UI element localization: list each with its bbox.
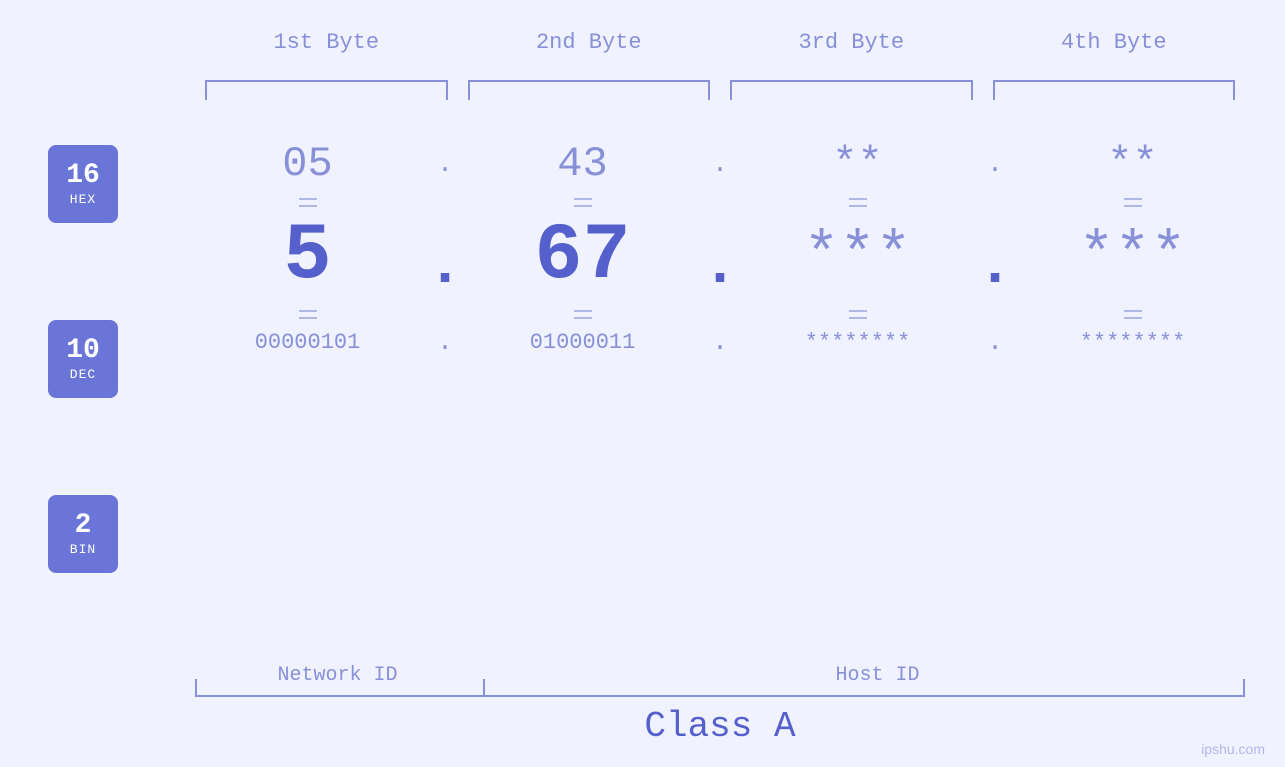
bin-badge-label: BIN xyxy=(70,542,96,557)
bin-badge-number: 2 xyxy=(75,511,92,542)
col-header-2: 2nd Byte xyxy=(458,30,721,55)
col-header-1: 1st Byte xyxy=(195,30,458,55)
bin-badge: 2 BIN xyxy=(48,495,118,573)
dec-dot1: . xyxy=(427,213,463,301)
hex-sep2: . xyxy=(695,149,745,179)
dec-byte2: 67 xyxy=(534,211,630,302)
dec-byte3: *** xyxy=(803,223,911,291)
bin-sep2: . xyxy=(695,327,745,357)
eq2-cell1 xyxy=(195,310,420,319)
equals-row-1 xyxy=(195,198,1245,207)
equals-row-2 xyxy=(195,310,1245,319)
parallel-lines-7 xyxy=(849,310,867,319)
bin-sep1: . xyxy=(420,327,470,357)
bin-byte1: 00000101 xyxy=(255,330,361,355)
eq1-cell1 xyxy=(195,198,420,207)
hex-sep1: . xyxy=(420,149,470,179)
parallel-lines-2 xyxy=(574,198,592,207)
dec-sep1: . xyxy=(420,213,470,301)
hex-byte4-cell: ** xyxy=(1020,140,1245,188)
badges-column: 16 HEX 10 DEC 2 BIN xyxy=(48,145,118,573)
hex-badge: 16 HEX xyxy=(48,145,118,223)
col-header-4: 4th Byte xyxy=(983,30,1246,55)
parallel-lines-4 xyxy=(1124,198,1142,207)
hex-byte4: ** xyxy=(1107,140,1157,188)
hex-byte2: 43 xyxy=(557,140,607,188)
dot1: . xyxy=(437,149,453,179)
parallel-lines-1 xyxy=(299,198,317,207)
bin-dot1: . xyxy=(437,327,453,357)
bin-dot3: . xyxy=(987,327,1003,357)
dec-badge-number: 10 xyxy=(66,336,100,367)
parallel-lines-5 xyxy=(299,310,317,319)
dec-badge-label: DEC xyxy=(70,367,96,382)
bin-row: 00000101 . 01000011 . ******** . *******… xyxy=(195,327,1245,357)
bin-byte2: 01000011 xyxy=(530,330,636,355)
dot2: . xyxy=(712,149,728,179)
eq2-cell4 xyxy=(1020,310,1245,319)
hex-badge-number: 16 xyxy=(66,161,100,192)
dec-dot2: . xyxy=(702,213,738,301)
bin-byte3: ******** xyxy=(805,330,911,355)
headers-row: 1st Byte 2nd Byte 3rd Byte 4th Byte xyxy=(195,30,1245,55)
parallel-lines-6 xyxy=(574,310,592,319)
eq1-cell4 xyxy=(1020,198,1245,207)
bin-byte4-cell: ******** xyxy=(1020,330,1245,355)
hex-byte1-cell: 05 xyxy=(195,140,420,188)
dot3: . xyxy=(987,149,1003,179)
dec-byte4-cell: *** xyxy=(1020,223,1245,291)
dec-byte2-cell: 67 xyxy=(470,211,695,302)
host-id-label: Host ID xyxy=(510,664,1245,687)
bin-byte3-cell: ******** xyxy=(745,330,970,355)
eq1-cell3 xyxy=(745,198,970,207)
hex-byte1: 05 xyxy=(282,140,332,188)
bin-byte1-cell: 00000101 xyxy=(195,330,420,355)
hex-badge-label: HEX xyxy=(70,192,96,207)
dec-byte1: 5 xyxy=(283,211,331,302)
eq2-cell2 xyxy=(470,310,695,319)
dec-sep2: . xyxy=(695,213,745,301)
hex-byte3: ** xyxy=(832,140,882,188)
dec-sep3: . xyxy=(970,213,1020,301)
all-rows-wrapper: 05 . 43 . ** . ** xyxy=(195,95,1245,357)
network-id-label: Network ID xyxy=(195,664,480,687)
eq1-cell2 xyxy=(470,198,695,207)
dec-badge: 10 DEC xyxy=(48,320,118,398)
main-container: 16 HEX 10 DEC 2 BIN 1st Byte 2nd Byte 3r… xyxy=(0,0,1285,767)
dec-byte4: *** xyxy=(1078,223,1186,291)
hex-sep3: . xyxy=(970,149,1020,179)
parallel-lines-3 xyxy=(849,198,867,207)
watermark: ipshu.com xyxy=(1201,741,1265,757)
class-label: Class A xyxy=(195,706,1245,747)
dec-byte3-cell: *** xyxy=(745,223,970,291)
dec-row: 5 . 67 . *** . *** xyxy=(195,211,1245,302)
bin-sep3: . xyxy=(970,327,1020,357)
hex-byte3-cell: ** xyxy=(745,140,970,188)
dec-dot3: . xyxy=(977,213,1013,301)
hex-row: 05 . 43 . ** . ** xyxy=(195,140,1245,188)
col-header-3: 3rd Byte xyxy=(720,30,983,55)
parallel-lines-8 xyxy=(1124,310,1142,319)
eq2-cell3 xyxy=(745,310,970,319)
hex-byte2-cell: 43 xyxy=(470,140,695,188)
dec-byte1-cell: 5 xyxy=(195,211,420,302)
bin-byte2-cell: 01000011 xyxy=(470,330,695,355)
bin-dot2: . xyxy=(712,327,728,357)
bin-byte4: ******** xyxy=(1080,330,1186,355)
